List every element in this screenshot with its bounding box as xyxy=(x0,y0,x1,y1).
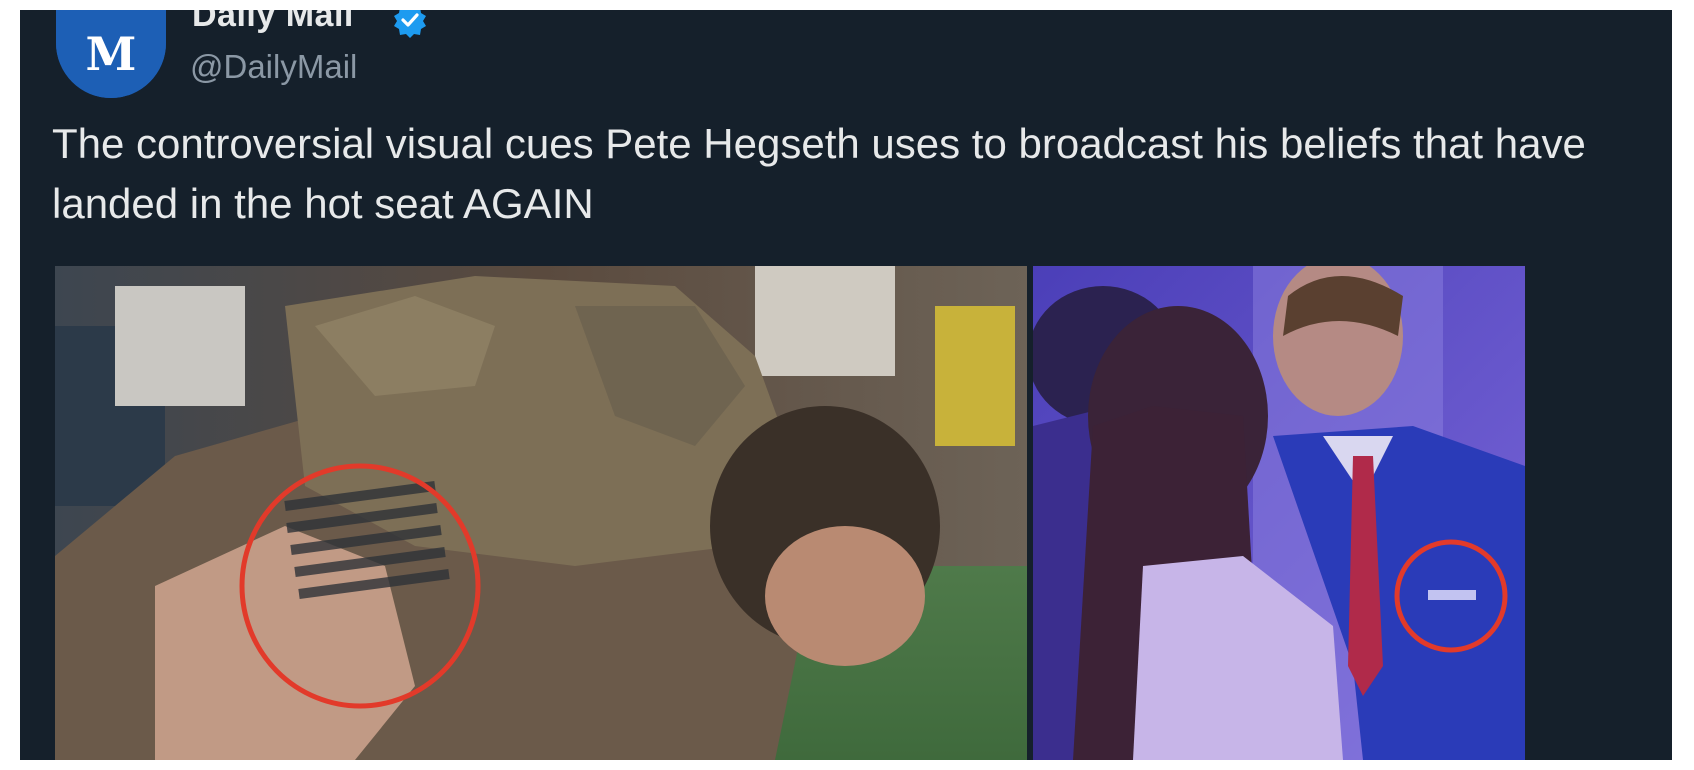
display-name[interactable]: Daily Mail xyxy=(192,10,354,35)
tweet-media[interactable] xyxy=(55,266,1665,760)
verified-badge-icon xyxy=(392,10,428,43)
media-gap xyxy=(1531,266,1665,760)
workout-photo[interactable] xyxy=(55,266,1027,760)
handle[interactable]: @DailyMail xyxy=(190,48,357,86)
svg-text:M: M xyxy=(86,27,137,81)
event-photo[interactable] xyxy=(1033,266,1525,760)
tweet-text: The controversial visual cues Pete Hegse… xyxy=(52,120,1586,227)
avatar[interactable]: M xyxy=(56,10,166,98)
tweet-card[interactable]: M Daily Mail @DailyMail The controversia… xyxy=(20,10,1672,760)
daily-mail-logo-icon: M xyxy=(56,10,166,98)
